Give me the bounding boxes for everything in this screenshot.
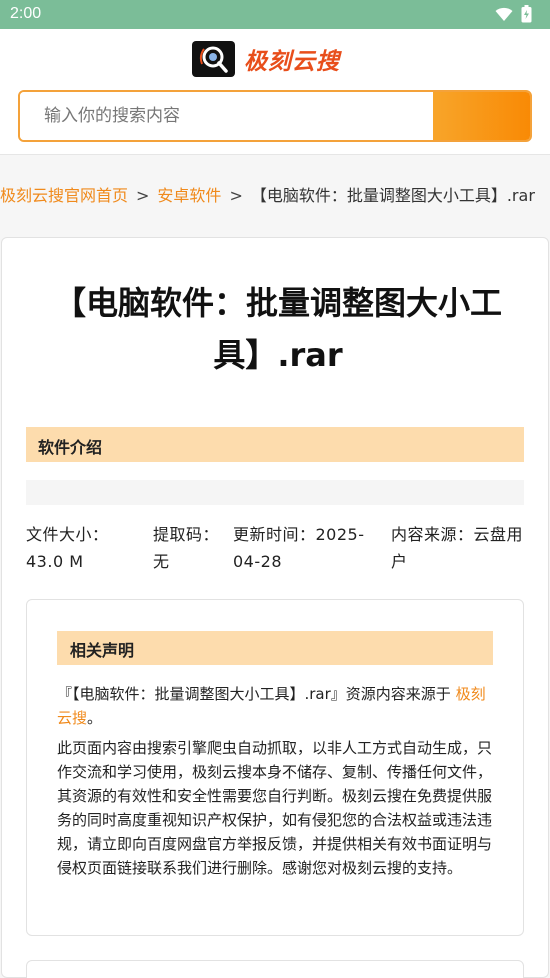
search-input[interactable] — [20, 92, 433, 140]
notice-source-text: 『【电脑软件：批量调整图大小工具】.rar』资源内容来源于 — [57, 685, 451, 703]
search-bar — [18, 90, 532, 142]
content-source: 内容来源：云盘用户 — [391, 525, 524, 571]
breadcrumb-separator: > — [136, 186, 150, 205]
status-time: 2:00 — [10, 5, 42, 22]
notice-disclaimer: 此页面内容由搜索引擎爬虫自动抓取，以非人工方式自动生成，只作交流和学习使用，极刻… — [57, 739, 493, 877]
next-card — [26, 960, 524, 978]
search-button[interactable] — [433, 92, 530, 140]
notice-source-end: 。 — [87, 709, 103, 727]
logo-magnifier-icon — [192, 41, 235, 77]
site-header: 极刻云搜 — [0, 29, 550, 155]
battery-icon — [521, 5, 532, 27]
breadcrumb-home[interactable]: 极刻云搜官网首页 — [0, 186, 128, 205]
breadcrumb-current: 【电脑软件：批量调整图大小工具】.rar — [250, 186, 535, 205]
file-size: 文件大小：43.0 M — [26, 525, 109, 571]
update-time: 更新时间：2025-04-28 — [233, 525, 365, 571]
section-header: 软件介绍 — [26, 427, 524, 462]
section-title: 软件介绍 — [38, 438, 103, 457]
breadcrumb-category[interactable]: 安卓软件 — [157, 186, 221, 205]
breadcrumb-separator: > — [229, 186, 243, 205]
notice-header: 相关声明 — [57, 631, 493, 665]
notice-title: 相关声明 — [70, 641, 135, 660]
page-title: 【电脑软件：批量调整图大小工具】.rar — [53, 284, 502, 374]
wifi-icon — [495, 7, 513, 26]
status-bar: 2:00 — [0, 0, 550, 29]
logo-text: 极刻云搜 — [244, 49, 340, 75]
site-logo[interactable]: 极刻云搜 — [192, 41, 340, 77]
breadcrumb: 极刻云搜官网首页 > 安卓软件 > 【电脑软件：批量调整图大小工具】.rar — [0, 183, 540, 209]
intro-content — [26, 480, 524, 505]
notice-source-paragraph: 『【电脑软件：批量调整图大小工具】.rar』资源内容来源于 极刻云搜。 — [57, 682, 497, 730]
extraction-code: 提取码：无 — [153, 525, 220, 571]
status-icons — [495, 5, 532, 27]
